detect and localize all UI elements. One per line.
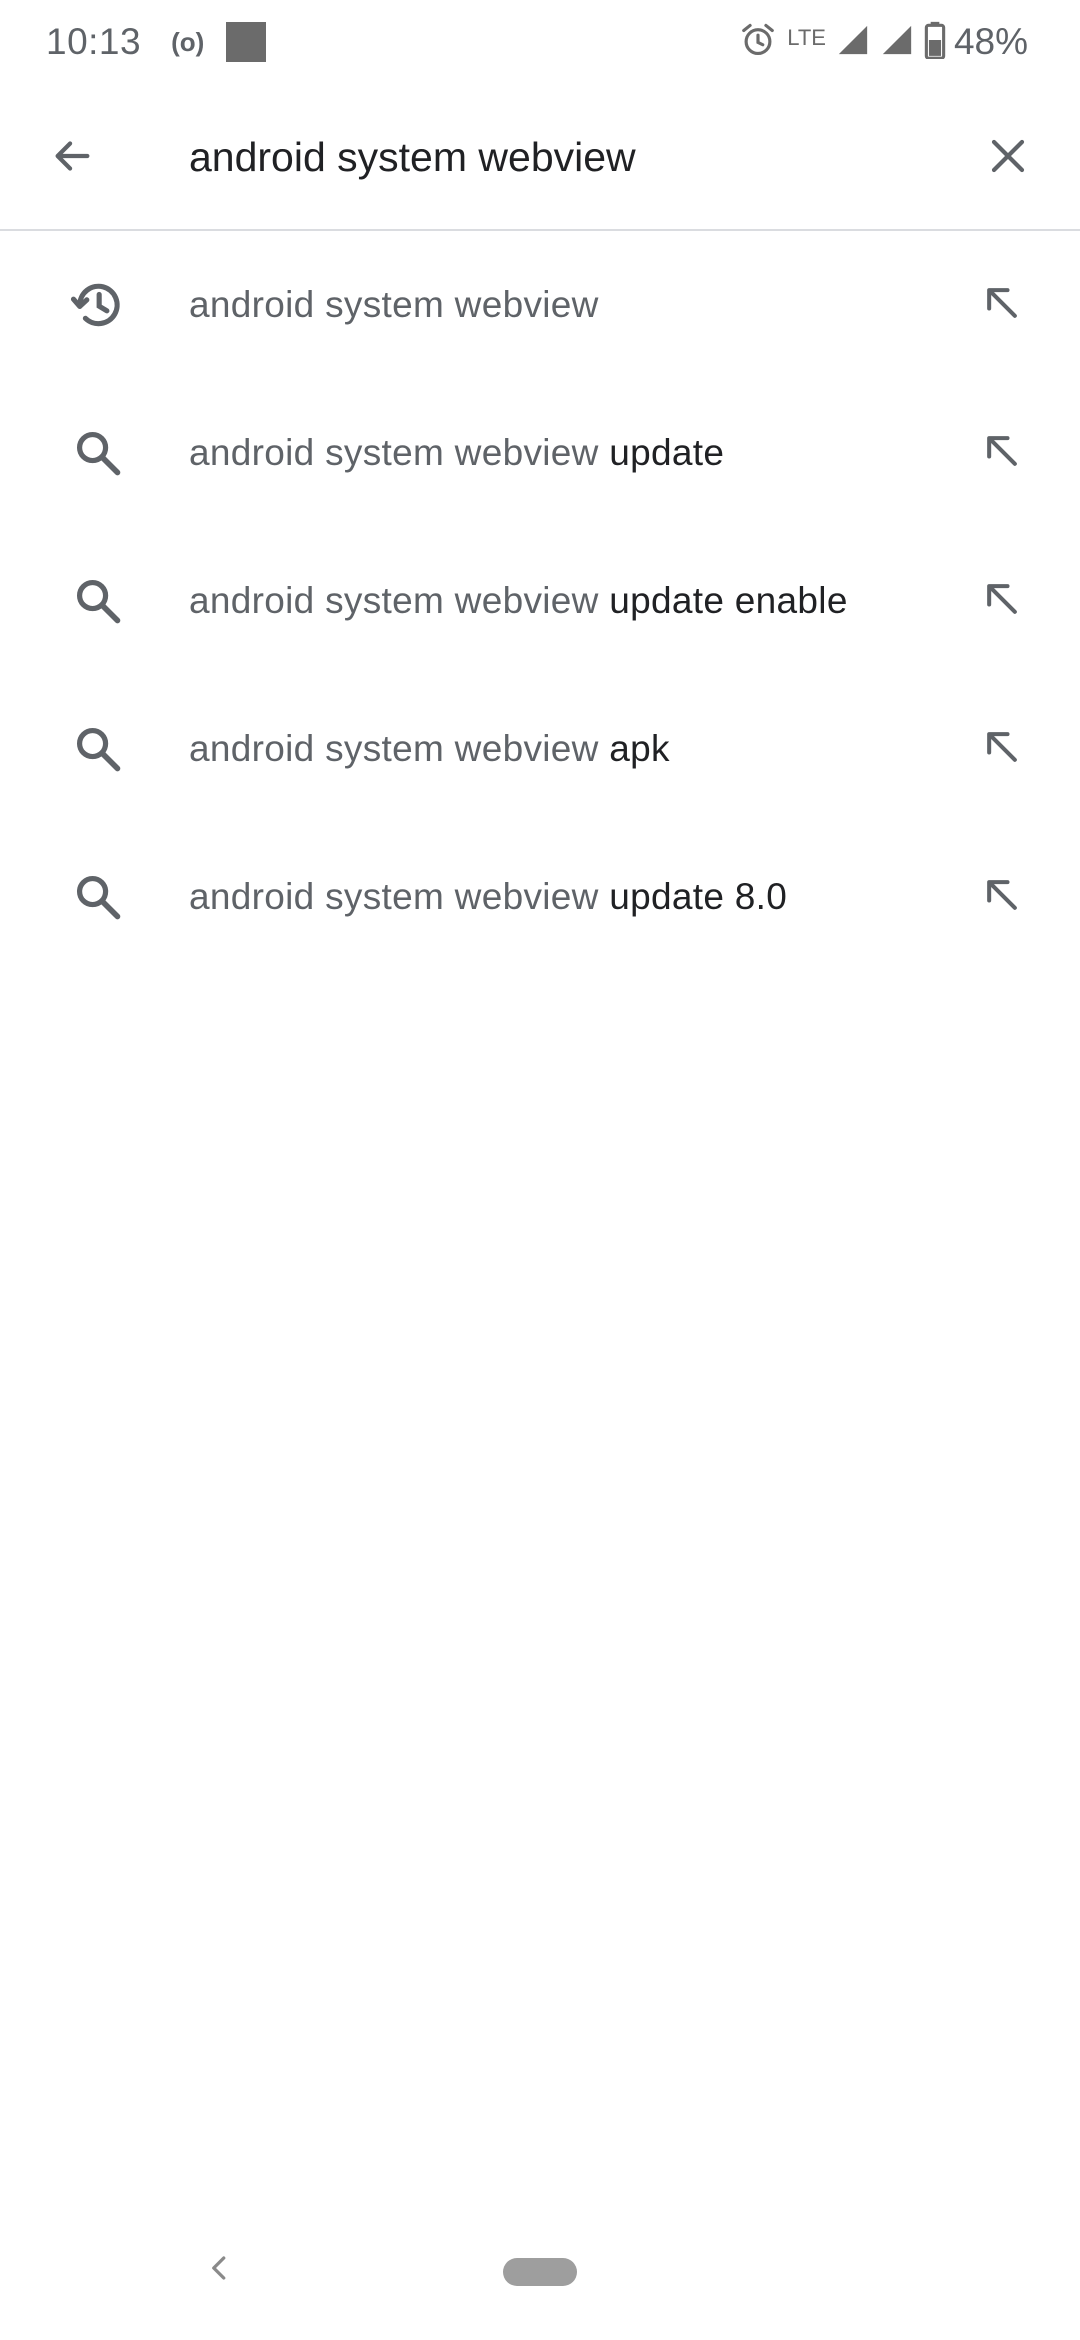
- signal-icon: [880, 23, 914, 62]
- suggestion-prefix: android system webview: [189, 284, 599, 325]
- suggestion-prefix: android system webview: [189, 876, 599, 917]
- fill-query-button[interactable]: [972, 867, 1032, 927]
- suggestion-item[interactable]: android system webview apk: [0, 675, 1080, 823]
- back-button[interactable]: [36, 122, 108, 194]
- fill-query-button[interactable]: [972, 275, 1032, 335]
- battery-percent: 48%: [953, 21, 1028, 62]
- arrow-up-left-icon: [980, 281, 1024, 330]
- clear-button[interactable]: [972, 122, 1044, 194]
- suggestion-suffix: update: [598, 432, 725, 473]
- signal-icon: [836, 23, 870, 62]
- search-icon: [70, 869, 126, 925]
- arrow-up-left-icon: [980, 577, 1024, 626]
- suggestion-suffix: update enable: [598, 580, 848, 621]
- navigation-bar: [0, 2230, 1080, 2340]
- suggestion-suffix: update 8.0: [598, 876, 788, 917]
- search-input[interactable]: android system webview: [189, 84, 949, 231]
- suggestion-item[interactable]: android system webview update: [0, 379, 1080, 527]
- suggestion-prefix: android system webview: [189, 580, 599, 621]
- notification-square-icon: [226, 22, 267, 62]
- search-icon: [70, 425, 126, 481]
- fill-query-button[interactable]: [972, 571, 1032, 631]
- fill-query-button[interactable]: [972, 423, 1032, 483]
- lte-icon: LTE: [787, 27, 826, 49]
- status-bar: 10:13 (o) LTE 48%: [0, 0, 1080, 84]
- suggestion-text: android system webview apk: [189, 675, 670, 823]
- arrow-up-left-icon: [980, 873, 1024, 922]
- nav-back-button[interactable]: [200, 2250, 240, 2290]
- suggestion-item[interactable]: android system webview update 8.0: [0, 823, 1080, 971]
- status-time: 10:13: [46, 21, 142, 62]
- search-bar: android system webview: [0, 84, 1080, 231]
- arrow-up-left-icon: [980, 429, 1024, 478]
- alarm-icon: [739, 21, 777, 64]
- suggestion-list: android system webview android system we…: [0, 231, 1080, 971]
- suggestion-item[interactable]: android system webview update enable: [0, 527, 1080, 675]
- home-pill[interactable]: [503, 2258, 577, 2286]
- chevron-left-icon: [205, 2253, 235, 2288]
- suggestion-text: android system webview update 8.0: [189, 823, 787, 971]
- lte-label: LTE: [787, 25, 826, 50]
- hotspot-icon: (o): [171, 26, 205, 57]
- battery-icon: [924, 21, 946, 64]
- arrow-back-icon: [49, 133, 95, 184]
- screen: 10:13 (o) LTE 48% android system webview…: [0, 0, 1080, 2340]
- search-icon: [70, 573, 126, 629]
- close-icon: [987, 135, 1029, 182]
- suggestion-item[interactable]: android system webview: [0, 231, 1080, 379]
- suggestion-text: android system webview update enable: [189, 527, 848, 675]
- suggestion-text: android system webview: [189, 231, 599, 379]
- suggestion-text: android system webview update: [189, 379, 724, 527]
- status-right: LTE 48%: [729, 0, 1028, 84]
- status-left: 10:13 (o): [46, 0, 267, 84]
- suggestion-suffix: apk: [598, 728, 670, 769]
- search-icon: [70, 721, 126, 777]
- suggestion-prefix: android system webview: [189, 432, 599, 473]
- history-icon: [70, 277, 126, 333]
- fill-query-button[interactable]: [972, 719, 1032, 779]
- arrow-up-left-icon: [980, 725, 1024, 774]
- suggestion-prefix: android system webview: [189, 728, 599, 769]
